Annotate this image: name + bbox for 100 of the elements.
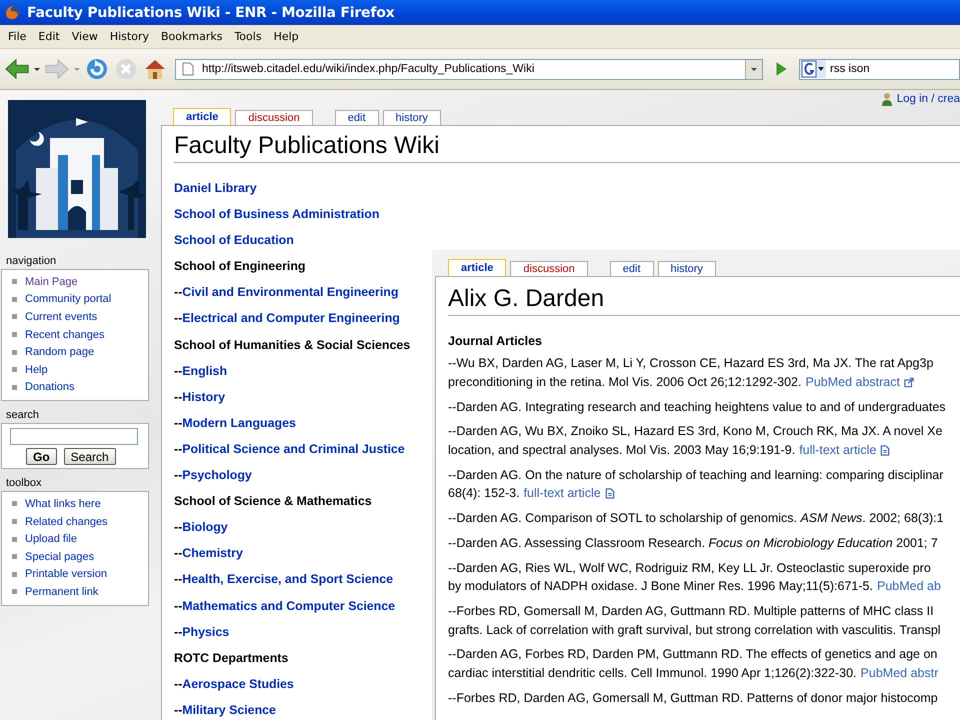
citation-link[interactable]: PubMed abstr: [860, 666, 938, 680]
citation-link[interactable]: full-text article: [524, 486, 601, 500]
dash-prefix: --: [174, 624, 182, 639]
citation-text: --Wu BX, Darden AG, Laser M, Li Y, Crosson CE, Hazard ES 3rd, Ma JX. The rat Apg3p: [448, 356, 934, 370]
menu-item[interactable]: Bookmarks: [154, 30, 228, 43]
sidebar-link[interactable]: Community portal: [25, 293, 112, 306]
sidebar-link[interactable]: Special pages: [25, 550, 94, 563]
login-link[interactable]: Log in / crea: [896, 93, 960, 105]
page-tab[interactable]: edit: [610, 261, 654, 276]
back-arrow-icon[interactable]: [4, 57, 30, 81]
address-field[interactable]: http://itsweb.citadel.edu/wiki/index.php/Faculty_Publications_Wiki: [175, 58, 763, 80]
dash-prefix: --: [174, 311, 182, 326]
page-link[interactable]: English: [182, 364, 228, 378]
section-heading: School of Engineering: [174, 259, 306, 274]
search-button[interactable]: Search: [64, 448, 116, 466]
page-tab[interactable]: history: [382, 110, 441, 125]
sidebar-link[interactable]: Help: [25, 364, 48, 376]
sidebar-link[interactable]: Donations: [25, 381, 75, 394]
menu-item[interactable]: Tools: [228, 30, 268, 43]
search-input[interactable]: [10, 428, 138, 446]
citation-text: --Darden AG, Forbes RD, Darden PM, Guttmann RD. The effects of genetics and age on: [448, 647, 938, 662]
page-link[interactable]: School of Business Administration: [174, 207, 380, 222]
document-icon: [880, 444, 890, 456]
section-heading: School of Humanities & Social Sciences: [174, 338, 410, 352]
bullet-icon: [12, 314, 17, 320]
section-heading: Journal Articles: [448, 334, 544, 348]
page-link[interactable]: Physics: [182, 624, 230, 639]
sidebar-link[interactable]: Permanent link: [25, 586, 98, 598]
portlet-heading: toolbox: [5, 477, 42, 490]
menu-item[interactable]: File: [2, 30, 32, 43]
user-icon: [880, 92, 893, 106]
page-link[interactable]: Electrical and Computer Engineering: [182, 311, 400, 326]
dash-prefix: --: [174, 598, 182, 612]
window-title: Faculty Publications Wiki - ENR - Mozilla Firefox: [27, 4, 394, 20]
page-link[interactable]: Daniel Library: [174, 181, 257, 195]
citation-text: --Forbes RD, Darden AG, Gomersall M, Guttman RD. Patterns of donor major histocomp: [448, 690, 938, 705]
citation-text: --Darden AG. Comparison of SOTL to scholarship of genomics. ASM News. 2002; 68(3):1: [448, 511, 944, 526]
sidebar-link[interactable]: Upload file: [25, 533, 77, 546]
citation-text: --Darden AG. Integrating research and teaching heightens value to and of undergraduates: [448, 400, 946, 414]
page-link[interactable]: Modern Languages: [182, 416, 296, 430]
sidebar-link[interactable]: Recent changes: [25, 328, 104, 341]
dash-prefix: --: [174, 390, 182, 404]
citation-link[interactable]: PubMed ab: [876, 579, 941, 594]
sidebar-link[interactable]: Printable version: [25, 568, 107, 580]
citation-text: cardiac interstitial dendritic cells. Cell Immunol. 1990 Apr 1;126(2):322-30.: [448, 666, 857, 680]
sidebar-link[interactable]: Random page: [25, 346, 94, 358]
document-icon: [604, 488, 615, 499]
page-link[interactable]: Psychology: [182, 468, 252, 482]
page-tab[interactable]: edit: [334, 110, 379, 125]
portlet-heading: navigation: [5, 255, 58, 267]
menu-item[interactable]: Edit: [32, 30, 66, 43]
sidebar-link[interactable]: Related changes: [25, 516, 108, 528]
dash-prefix: --: [174, 676, 182, 691]
citation-text: preconditioning in the retina. Mol Vis. 2006 Oct 26;12:1292-302.: [448, 375, 802, 390]
menu-item[interactable]: View: [66, 30, 104, 43]
citation-link[interactable]: full-text article: [799, 443, 876, 458]
page-tab[interactable]: article: [173, 108, 232, 125]
page-tab[interactable]: discussion: [235, 110, 313, 125]
sidebar-link[interactable]: What links here: [25, 498, 101, 510]
sidebar-link[interactable]: Current events: [25, 310, 98, 323]
dropdown-button[interactable]: [745, 60, 762, 78]
citation-text: by modulators of NADPH oxidase. J Bone Miner Res. 1996 May;11(5):671-5.: [448, 579, 873, 594]
search-engine-icon[interactable]: [801, 60, 825, 78]
page-tab[interactable]: article: [448, 259, 506, 276]
bullet-icon: [12, 296, 17, 302]
page-link[interactable]: Mathematics and Computer Science: [182, 598, 396, 612]
page-link[interactable]: Chemistry: [182, 546, 243, 560]
page-tab[interactable]: discussion: [510, 261, 588, 276]
search-field[interactable]: rss ison: [799, 58, 960, 80]
browser-icon: [4, 4, 21, 21]
reload-icon[interactable]: [84, 57, 110, 81]
citation-text: --Darden AG, Wu BX, Znoiko SL, Hazard ES 3rd, Kono M, Crouch RK, Ma JX. A novel Xe: [448, 424, 942, 438]
dash-prefix: --: [174, 546, 182, 560]
page-link[interactable]: Health, Exercise, and Sport Science: [182, 572, 393, 586]
menu-item[interactable]: History: [104, 30, 155, 43]
dash-prefix: --: [174, 364, 182, 378]
page-title: Alix G. Darden: [448, 285, 960, 316]
page-link[interactable]: History: [182, 390, 225, 404]
citation-link[interactable]: PubMed abstract: [805, 375, 900, 390]
bullet-icon: [12, 536, 17, 542]
page-link[interactable]: Military Science: [182, 702, 276, 717]
portlet-heading: search: [5, 409, 40, 422]
search-button[interactable]: Go: [26, 448, 57, 466]
sidebar-link[interactable]: Main Page: [25, 276, 78, 288]
bullet-icon: [12, 350, 17, 355]
dropdown-icon[interactable]: [33, 65, 41, 73]
citation-text: --Darden AG, Ries WL, Wolf WC, Rodriguiz RM, Key LL Jr. Osteoclastic superoxide pro: [448, 560, 931, 575]
dash-prefix: --: [174, 572, 182, 586]
dash-prefix: --: [174, 442, 182, 456]
page-tab[interactable]: history: [658, 261, 716, 276]
page-link[interactable]: Political Science and Criminal Justice: [182, 442, 405, 456]
dash-prefix: --: [174, 702, 182, 717]
dash-prefix: --: [174, 416, 182, 430]
bullet-icon: [12, 384, 17, 390]
page-link[interactable]: Civil and Environmental Engineering: [182, 285, 398, 300]
page-link[interactable]: Biology: [182, 520, 228, 534]
page-link[interactable]: School of Education: [174, 233, 294, 248]
dash-prefix: --: [174, 285, 182, 300]
page-link[interactable]: Aerospace Studies: [182, 676, 294, 691]
menu-item[interactable]: Help: [268, 30, 305, 43]
